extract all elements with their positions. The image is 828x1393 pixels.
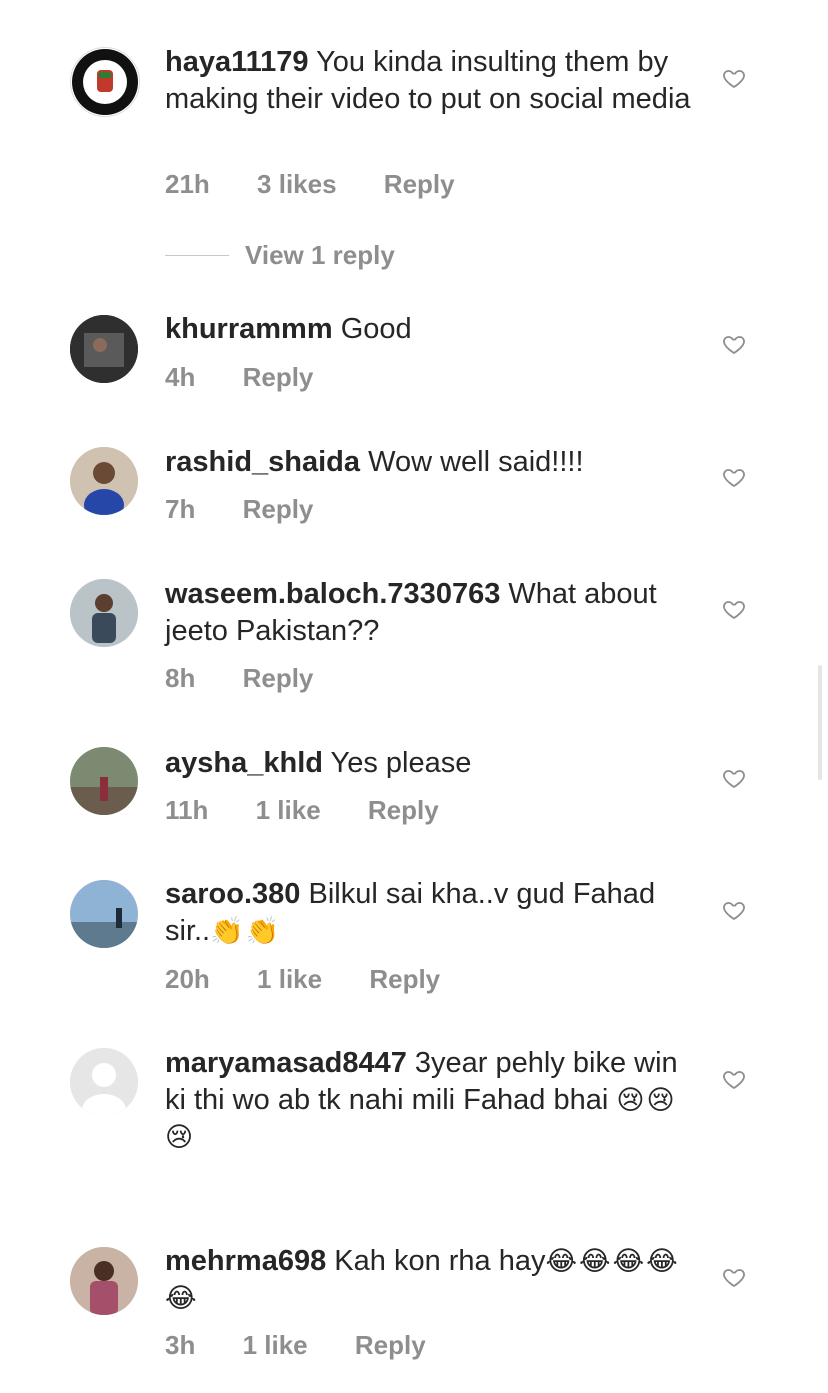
comment-likes[interactable]: 1 like	[256, 795, 321, 825]
heart-icon[interactable]	[722, 1067, 746, 1091]
avatar[interactable]	[70, 880, 138, 948]
comment-username[interactable]: saroo.380	[165, 878, 300, 910]
heart-icon[interactable]	[722, 766, 746, 790]
heart-icon[interactable]	[722, 332, 746, 356]
comment-text: Good	[340, 313, 412, 345]
comment-emoji: 👏👏	[210, 916, 282, 946]
avatar[interactable]	[70, 579, 138, 647]
comment-time: 8h	[165, 663, 196, 693]
avatar[interactable]	[70, 1048, 138, 1116]
reply-button[interactable]: Reply	[243, 494, 314, 524]
comment-username[interactable]: haya11179	[165, 46, 309, 78]
avatar[interactable]	[70, 47, 140, 117]
reply-button[interactable]: Reply	[243, 663, 314, 693]
comment-username[interactable]: khurrammm	[165, 313, 333, 345]
divider	[165, 254, 229, 256]
comment-time: 4h	[165, 362, 196, 392]
reply-button[interactable]: Reply	[368, 795, 439, 825]
view-replies-button[interactable]: View 1 reply	[165, 238, 395, 272]
avatar[interactable]	[70, 1247, 138, 1315]
comment-username[interactable]: mehrma698	[165, 1245, 326, 1277]
view-replies-label: View 1 reply	[245, 239, 395, 270]
avatar[interactable]	[70, 315, 138, 383]
comment-time: 7h	[165, 494, 196, 524]
avatar[interactable]	[70, 447, 138, 515]
scrollbar[interactable]	[818, 665, 822, 780]
comment-text: Wow well said!!!!	[368, 446, 584, 478]
comment-likes[interactable]: 3 likes	[257, 169, 337, 199]
reply-button[interactable]: Reply	[243, 362, 314, 392]
reply-button[interactable]: Reply	[384, 169, 455, 199]
comment-username[interactable]: rashid_shaida	[165, 446, 360, 478]
comment-time: 3h	[165, 1330, 196, 1360]
comment-username[interactable]: aysha_khld	[165, 747, 323, 779]
heart-icon[interactable]	[722, 465, 746, 489]
comment-time: 21h	[165, 169, 210, 199]
comment-likes[interactable]: 1 like	[243, 1330, 308, 1360]
comment-text: Kah kon rha hay	[334, 1245, 546, 1277]
avatar[interactable]	[70, 747, 138, 815]
comment-time: 11h	[165, 795, 209, 825]
heart-icon[interactable]	[722, 597, 746, 621]
comment-time: 20h	[165, 964, 210, 994]
comment-text: Yes please	[330, 747, 472, 779]
heart-icon[interactable]	[722, 66, 746, 90]
comment-username[interactable]: maryamasad8447	[165, 1047, 407, 1079]
comment-username[interactable]: waseem.baloch.7330763	[165, 578, 500, 610]
heart-icon[interactable]	[722, 898, 746, 922]
reply-button[interactable]: Reply	[355, 1330, 426, 1360]
heart-icon[interactable]	[722, 1265, 746, 1289]
comment-likes[interactable]: 1 like	[257, 964, 322, 994]
reply-button[interactable]: Reply	[369, 964, 440, 994]
